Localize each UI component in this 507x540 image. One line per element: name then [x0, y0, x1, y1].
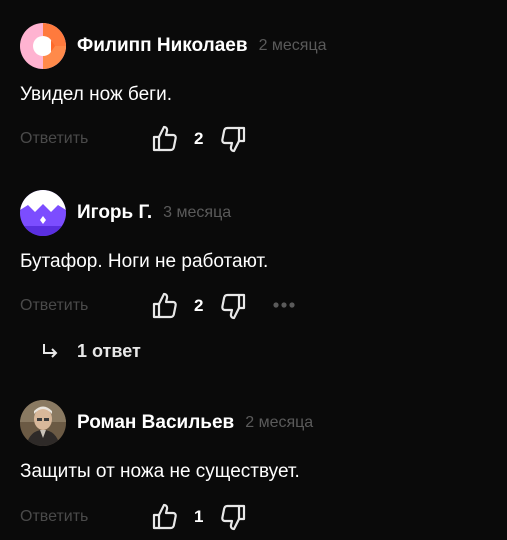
show-replies-button[interactable]: 1 ответ	[40, 337, 141, 365]
comment-header: Роман Васильев 2 месяца	[20, 400, 313, 446]
comment-text: Защиты от ножа не существует.	[20, 461, 300, 482]
comment-time: 3 месяца	[163, 204, 232, 221]
comment-actions: Ответить 2	[20, 291, 500, 321]
thumbs-down-icon[interactable]	[220, 126, 246, 154]
thumbs-up-icon[interactable]	[152, 291, 178, 319]
comment-time: 2 месяца	[245, 414, 314, 431]
like-count: 2	[194, 129, 204, 148]
author-name[interactable]: Игорь Г.	[77, 202, 152, 224]
thumbs-up-icon[interactable]	[152, 502, 178, 530]
thumbs-down-icon[interactable]	[220, 504, 246, 532]
thumbs-up-icon[interactable]	[152, 124, 178, 152]
reply-button[interactable]: Ответить	[20, 508, 88, 526]
more-options-icon[interactable]	[272, 299, 296, 311]
author-name[interactable]: Филипп Николаев	[77, 35, 248, 57]
comment-header: Игорь Г. 3 месяца	[20, 190, 231, 236]
avatar[interactable]	[20, 23, 66, 69]
reply-button[interactable]: Ответить	[20, 297, 88, 315]
orange-pink-avatar-icon	[20, 23, 66, 69]
reply-button[interactable]: Ответить	[20, 130, 88, 148]
comment-header: Филипп Николаев 2 месяца	[20, 23, 327, 69]
comment-actions: Ответить 2	[20, 124, 500, 154]
author-name[interactable]: Роман Васильев	[77, 412, 234, 434]
comment-text: Увидел нож беги.	[20, 84, 172, 105]
comment-actions: Ответить 1	[20, 502, 500, 532]
comment-time: 2 месяца	[258, 37, 327, 54]
comment-text: Бутафор. Ноги не работают.	[20, 251, 269, 272]
like-count: 1	[194, 507, 204, 526]
thumbs-down-icon[interactable]	[220, 293, 246, 321]
user-photo-avatar	[20, 400, 66, 446]
reply-arrow-icon	[43, 344, 58, 358]
avatar[interactable]	[20, 190, 66, 236]
avatar[interactable]	[20, 400, 66, 446]
like-count: 2	[194, 296, 204, 315]
purple-crown-avatar-icon	[20, 190, 66, 236]
replies-count: 1 ответ	[77, 340, 141, 361]
